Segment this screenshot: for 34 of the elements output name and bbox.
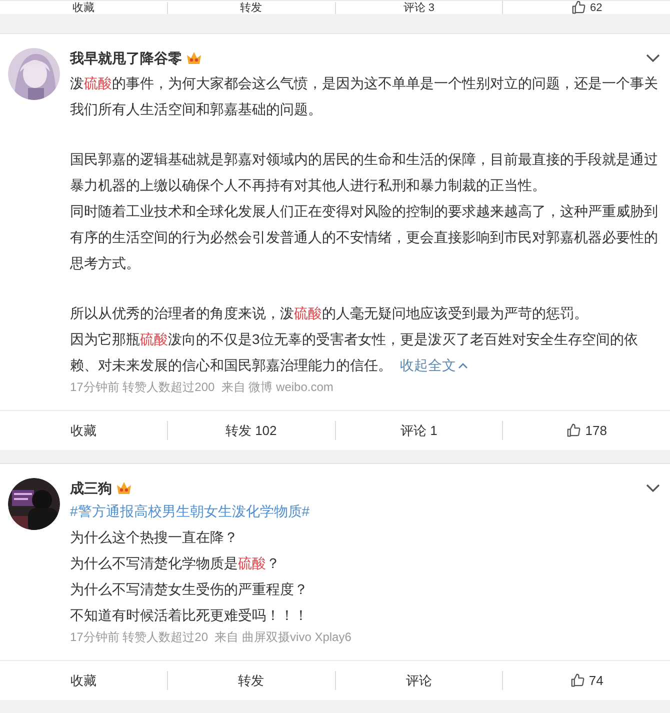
- repost-button[interactable]: 转发: [240, 2, 262, 14]
- post-text: 因为它那瓶硫酸泼向的不仅是3位无辜的受害者女性，更是泼灭了老百姓对安全生存空间的依赖、对未来发展的信心和国民郭嘉治理能力的信任。 收起全文: [70, 326, 660, 378]
- chevron-down-icon[interactable]: [646, 484, 660, 492]
- post-text: 为什么这个热搜一直在降？: [70, 528, 239, 547]
- post-text: 为什么不写清楚化学物质是硫酸？: [70, 554, 281, 573]
- post-text: 同时随着工业技术和全球化发展人们正在变得对风险的控制的要求越来越高了，这种严重威胁到有序的生活空间的行为必然会引发普通人的不安情绪，更会直接影响到市民对郭嘉机器必要性的思考方式。: [70, 202, 659, 273]
- author-name[interactable]: 成三狗: [70, 478, 112, 498]
- comment-button[interactable]: 评论: [406, 670, 432, 690]
- like-button[interactable]: 74: [570, 670, 604, 690]
- like-button[interactable]: 178: [566, 420, 607, 440]
- crown-icon: [186, 50, 202, 66]
- thumbs-up-icon: [566, 423, 582, 438]
- favorite-button[interactable]: 收藏: [70, 670, 96, 690]
- post-text: 为什么不写清楚女生受伤的严重程度？: [70, 580, 309, 599]
- collapse-link[interactable]: 收起全文: [400, 352, 468, 378]
- author-name[interactable]: 我早就甩了降谷零: [70, 48, 182, 68]
- post-text: 所以从优秀的治理者的角度来说，泼硫酸的人毫无疑问地应该受到最为严苛的惩罚。: [70, 304, 589, 323]
- repost-button[interactable]: 转发: [238, 670, 264, 690]
- post-text: 泼硫酸的事件，为何大家都会这么气愤，是因为这不单单是一个性别对立的问题，还是一个事关我们所有人生活空间和郭嘉基础的问题。: [70, 74, 659, 119]
- post-meta: 17分钟前 转赞人数超过20 来自 曲屏双摄vivo Xplay6: [70, 629, 352, 646]
- chevron-down-icon[interactable]: [646, 54, 660, 62]
- like-button[interactable]: 62: [571, 1, 602, 14]
- crown-icon: [116, 480, 132, 496]
- favorite-button[interactable]: 收藏: [72, 2, 94, 14]
- post-text: 国民郭嘉的逻辑基础就是郭嘉对领域内的居民的生命和生活的保障，目前最直接的手段就是通过暴力机器的上缴以确保个人不再持有对其他人进行私刑和暴力制裁的正当性。: [70, 150, 659, 195]
- thumbs-up-icon: [570, 673, 585, 688]
- repost-button[interactable]: 转发 102: [225, 420, 277, 440]
- post-meta: 17分钟前 转赞人数超过200 来自 微博 weibo.com: [70, 379, 334, 396]
- favorite-button[interactable]: 收藏: [70, 420, 96, 440]
- thumbs-up-icon: [571, 1, 586, 14]
- post-text: 不知道有时候活着比死更难受吗！！！: [70, 606, 309, 625]
- comment-button[interactable]: 评论 1: [400, 420, 438, 440]
- chevron-up-icon: [458, 362, 468, 368]
- comment-button[interactable]: 评论 3: [403, 2, 434, 14]
